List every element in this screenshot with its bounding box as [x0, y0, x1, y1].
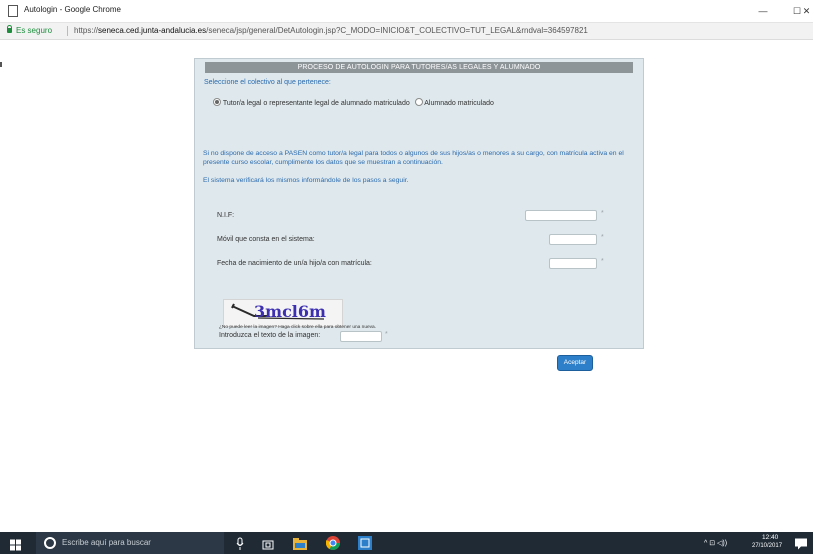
- radio-tutor[interactable]: [213, 98, 221, 106]
- windows-taskbar: Escribe aquí para buscar ^ ⊡ ◁)) 12:40 2…: [0, 532, 813, 554]
- windows-start-icon[interactable]: [10, 538, 21, 552]
- radio-alumnado[interactable]: [414, 98, 423, 106]
- window-titlebar: Autologin - Google Chrome — ☐ ✕: [0, 0, 813, 23]
- lock-icon: [7, 25, 12, 33]
- autologin-panel: PROCESO DE AUTOLOGIN PARA TUTORES/AS LEG…: [194, 58, 644, 371]
- radio-alumnado-label[interactable]: Alumnado matriculado: [424, 100, 494, 107]
- url-host: seneca.ced.junta-andalucia.es: [98, 26, 207, 35]
- minimize-button[interactable]: —: [746, 2, 780, 20]
- nif-required-mark: *: [601, 210, 604, 217]
- app-icon[interactable]: [358, 536, 372, 550]
- movil-label: Móvil que consta en el sistema:: [217, 236, 315, 243]
- chrome-icon[interactable]: [326, 536, 340, 550]
- captcha-required-mark: *: [385, 331, 388, 338]
- radio-tutor-label[interactable]: Tutor/a legal o representante legal de a…: [223, 100, 410, 107]
- clock-time[interactable]: 12:40: [762, 534, 778, 541]
- url-scheme: https://: [74, 26, 99, 35]
- file-explorer-icon[interactable]: [293, 537, 307, 551]
- cortana-icon: [44, 537, 56, 549]
- captcha-hint: ¿No puede leer la imagen? Haga click sob…: [219, 325, 377, 330]
- page-viewport: PROCESO DE AUTOLOGIN PARA TUTORES/AS LEG…: [0, 40, 813, 532]
- tray-icons[interactable]: ^ ⊡ ◁)): [704, 539, 727, 547]
- secure-label[interactable]: Es seguro: [16, 26, 52, 35]
- movil-required-mark: *: [601, 234, 604, 241]
- nif-label: N.I.F:: [217, 212, 235, 219]
- captcha-text: 3mcl6m: [254, 302, 326, 321]
- microphone-icon[interactable]: [236, 537, 244, 551]
- accept-button[interactable]: Aceptar: [557, 355, 593, 371]
- verify-text: El sistema verificará los mismos informá…: [203, 177, 409, 184]
- notifications-icon[interactable]: [795, 537, 807, 551]
- collective-radio-group: Tutor/a legal o representante legal de a…: [213, 98, 494, 107]
- captcha-image[interactable]: 3mcl6m: [223, 299, 343, 327]
- fecha-input[interactable]: [549, 258, 597, 269]
- taskbar-search-box[interactable]: Escribe aquí para buscar: [36, 532, 224, 554]
- clock-date[interactable]: 27/10/2017: [752, 543, 782, 549]
- window-title: Autologin - Google Chrome: [24, 5, 121, 14]
- fecha-label: Fecha de nacimiento de un/a hijo/a con m…: [217, 260, 372, 267]
- url-text[interactable]: https://seneca.ced.junta-andalucia.es/se…: [74, 26, 588, 35]
- address-bar[interactable]: Es seguro https://seneca.ced.junta-andal…: [0, 23, 813, 40]
- info-text: Si no dispone de acceso a PASEN como tut…: [203, 150, 624, 166]
- nif-input[interactable]: [525, 210, 597, 221]
- movil-input[interactable]: [549, 234, 597, 245]
- panel-header: PROCESO DE AUTOLOGIN PARA TUTORES/AS LEG…: [205, 62, 633, 73]
- captcha-graphic: 3mcl6m: [231, 302, 326, 321]
- taskbar-search-placeholder: Escribe aquí para buscar: [62, 538, 151, 547]
- close-button[interactable]: ✕: [800, 2, 813, 20]
- captcha-label: Introduzca el texto de la imagen:: [219, 332, 321, 339]
- fecha-required-mark: *: [601, 258, 604, 265]
- page-edge-mark: [0, 62, 2, 67]
- collective-label: Seleccione el colectivo al que pertenece…: [204, 79, 331, 86]
- task-view-icon[interactable]: [262, 538, 274, 552]
- url-path: /seneca/jsp/general/DetAutologin.jsp?C_M…: [206, 26, 588, 35]
- address-separator: [67, 26, 68, 36]
- captcha-input[interactable]: [340, 331, 382, 342]
- page-icon: [8, 5, 18, 17]
